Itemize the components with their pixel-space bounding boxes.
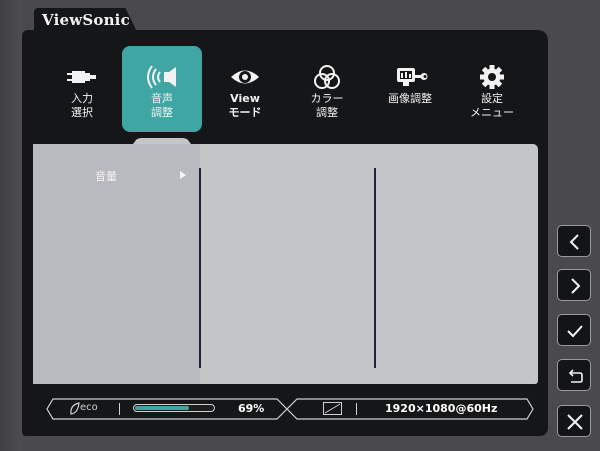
submenu-item-volume[interactable]: 音量 — [95, 168, 117, 184]
menu-input-select[interactable]: 入力 選択 — [42, 46, 122, 132]
menu-view-mode[interactable]: View モード — [205, 46, 285, 132]
status-separator — [119, 403, 120, 415]
eco-progress-fill — [135, 406, 189, 410]
eye-icon — [231, 70, 259, 84]
column-divider — [374, 168, 376, 368]
background — [0, 0, 22, 451]
eco-progress-bar — [133, 404, 215, 412]
menu-image-adjust[interactable]: 画像調整 — [370, 46, 450, 132]
confirm-button[interactable] — [557, 314, 591, 346]
menu-label: 設定 メニュー — [470, 92, 514, 119]
status-separator — [356, 403, 357, 415]
menu-label: 音声 調整 — [151, 92, 173, 119]
gear-icon — [480, 65, 504, 89]
return-button[interactable] — [557, 359, 591, 391]
menu-label: 画像調整 — [388, 92, 432, 105]
resolution-readout: 1920×1080@60Hz — [385, 402, 498, 415]
speaker-icon — [147, 65, 176, 89]
menu-color-adjust[interactable]: カラー 調整 — [287, 46, 367, 132]
status-bar: eco 69% 1920×1080@60Hz — [45, 398, 535, 420]
check-icon — [567, 325, 583, 338]
return-icon — [568, 369, 583, 383]
menu-setup-menu[interactable]: 設定 メニュー — [452, 46, 532, 132]
monitor-wrench-icon — [397, 68, 428, 86]
menu-audio-adjust[interactable]: 音声 調整 — [122, 46, 202, 132]
close-button[interactable] — [557, 405, 591, 437]
menu-label: View モード — [228, 92, 262, 119]
chevron-left-icon — [569, 234, 579, 250]
column-divider — [199, 168, 201, 368]
eco-percent: 69% — [238, 402, 265, 415]
aspect-ratio-icon — [323, 402, 342, 415]
chevron-right-icon — [571, 278, 581, 294]
brand-logo: ViewSonic — [42, 11, 130, 29]
left-button[interactable] — [557, 225, 591, 257]
color-circles-icon — [314, 65, 340, 89]
eco-label: eco — [80, 402, 98, 413]
menu-label: 入力 選択 — [71, 92, 93, 119]
menu-label: カラー 調整 — [310, 92, 344, 119]
chevron-right-icon — [180, 171, 186, 179]
input-connector-icon — [67, 71, 96, 83]
close-icon — [567, 414, 583, 430]
submenu-panel: 音量 — [33, 144, 538, 384]
right-button[interactable] — [557, 269, 591, 301]
